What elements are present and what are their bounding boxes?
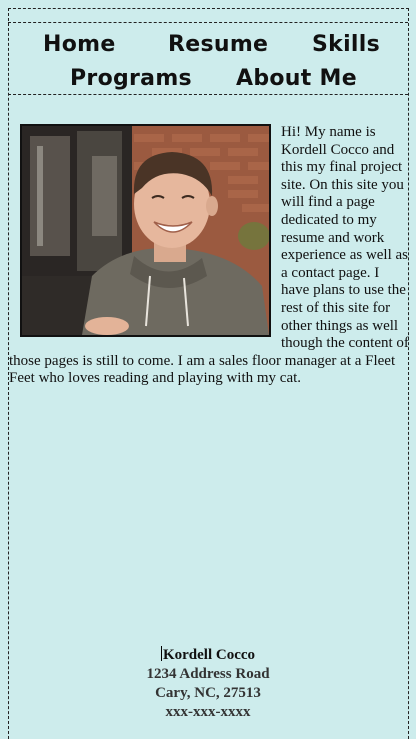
contact-footer: Kordell Cocco 1234 Address Road Cary, NC…	[0, 646, 416, 722]
nav-link-resume[interactable]: Resume	[168, 32, 268, 57]
footer-name-line: Kordell Cocco	[0, 646, 416, 665]
footer-address: 1234 Address Road	[146, 666, 270, 682]
footer-city: Cary, NC, 27513	[155, 685, 261, 701]
main-nav: Home Resume Skills Programs About Me	[8, 22, 408, 95]
nav-link-skills[interactable]: Skills	[312, 32, 380, 57]
main-content: Hi! My name is Kordell Cocco and this my…	[9, 124, 410, 388]
profile-photo	[20, 124, 271, 337]
nav-link-home[interactable]: Home	[43, 32, 116, 57]
text-cursor	[160, 646, 162, 661]
footer-phone: xxx-xxx-xxxx	[165, 704, 251, 720]
nav-link-programs[interactable]: Programs	[70, 66, 192, 91]
page: Home Resume Skills Programs About Me Hi!…	[0, 0, 416, 739]
footer-name: Kordell Cocco	[162, 647, 256, 663]
nav-link-about-me[interactable]: About Me	[236, 66, 357, 91]
